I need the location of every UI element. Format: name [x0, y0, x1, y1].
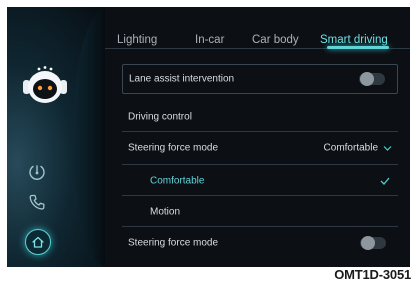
home-button[interactable] [25, 229, 51, 255]
section-header: Driving control [122, 102, 398, 132]
lane-assist-toggle[interactable] [359, 72, 385, 86]
chevron-down-icon [383, 145, 392, 151]
settings-panel: Lighting In-car Car body Smart driving L… [105, 7, 410, 267]
tab-in-car[interactable]: In-car [195, 34, 224, 46]
steering-force-row-2[interactable]: Steering force mode [122, 228, 398, 258]
option-motion[interactable]: Motion [122, 197, 398, 227]
steering-force-value[interactable]: Comfortable [324, 143, 392, 154]
steering-force-label-2: Steering force mode [128, 237, 219, 249]
steering-force-toggle[interactable] [360, 236, 386, 250]
speedometer-icon[interactable] [25, 160, 49, 184]
lane-assist-label: Lane assist intervention [129, 73, 235, 85]
steering-force-label: Steering force mode [128, 142, 219, 154]
tab-lighting[interactable]: Lighting [117, 34, 157, 46]
avatar-icon[interactable] [22, 65, 68, 107]
option-comfortable[interactable]: Comfortable [122, 166, 398, 196]
steering-force-value-text: Comfortable [323, 142, 378, 154]
steering-force-row[interactable]: Steering force mode Comfortable [122, 133, 398, 163]
divider [122, 226, 398, 227]
display-screen: Lighting In-car Car body Smart driving L… [7, 7, 410, 267]
figure-code: OMT1D-3051 [334, 267, 411, 282]
divider [122, 195, 398, 196]
home-icon [32, 236, 44, 248]
tab-smart-driving[interactable]: Smart driving [320, 34, 388, 46]
option-label: Comfortable [150, 175, 205, 187]
option-label: Motion [150, 206, 181, 218]
checkmark-icon [380, 177, 390, 185]
active-tab-indicator [327, 46, 389, 49]
toggle-knob [360, 72, 374, 86]
phone-icon[interactable] [25, 190, 49, 214]
tab-bar: Lighting In-car Car body Smart driving [105, 7, 410, 49]
divider [122, 164, 398, 165]
divider [122, 131, 398, 132]
toggle-knob [361, 236, 375, 250]
lane-assist-row[interactable]: Lane assist intervention [122, 64, 398, 94]
tab-car-body[interactable]: Car body [252, 34, 299, 46]
section-title: Driving control [128, 111, 192, 123]
